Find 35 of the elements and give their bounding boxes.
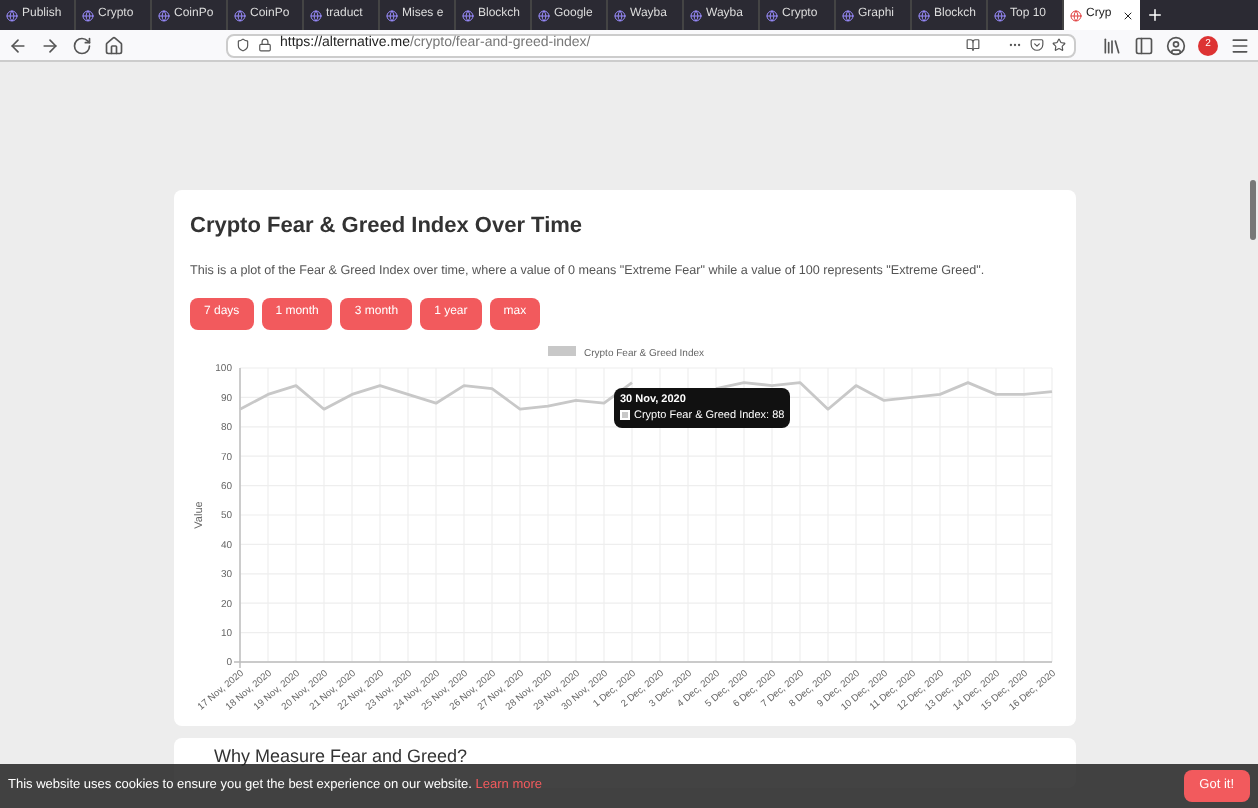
library-icon[interactable] — [1102, 35, 1122, 55]
sidebar-icon[interactable] — [1134, 35, 1154, 55]
lock-icon — [258, 38, 272, 52]
more-icon[interactable] — [1008, 38, 1022, 52]
pocket-icon[interactable] — [1030, 38, 1044, 52]
site-icon — [158, 9, 170, 21]
forward-icon[interactable] — [40, 35, 60, 55]
site-icon — [6, 9, 18, 21]
site-icon — [1070, 9, 1082, 21]
site-icon — [234, 9, 246, 21]
site-icon — [538, 9, 550, 21]
site-icon — [386, 9, 398, 21]
home-icon[interactable] — [104, 35, 124, 55]
site-icon — [690, 9, 702, 21]
site-icon — [614, 9, 626, 21]
site-icon — [82, 9, 94, 21]
close-icon[interactable] — [1122, 9, 1134, 21]
site-icon — [310, 9, 322, 21]
site-icon — [918, 9, 930, 21]
section-heading: Why Measure Fear and Greed? — [214, 745, 470, 768]
site-icon — [462, 9, 474, 21]
reload-icon[interactable] — [72, 35, 92, 55]
star-icon[interactable] — [1052, 38, 1066, 52]
menu-icon[interactable] — [1230, 35, 1250, 55]
scrollbar-thumb[interactable] — [1250, 180, 1256, 240]
new-tab-icon[interactable] — [1146, 6, 1164, 24]
site-icon — [842, 9, 854, 21]
shield-icon — [236, 38, 250, 52]
reader-icon[interactable] — [966, 38, 980, 52]
site-icon — [994, 9, 1006, 21]
series-swatch-icon — [620, 410, 630, 421]
account-icon[interactable] — [1166, 35, 1186, 55]
card-title: Crypto Fear & Greed Index Over Time — [190, 212, 585, 242]
site-icon — [766, 9, 778, 21]
back-icon[interactable] — [8, 35, 28, 55]
